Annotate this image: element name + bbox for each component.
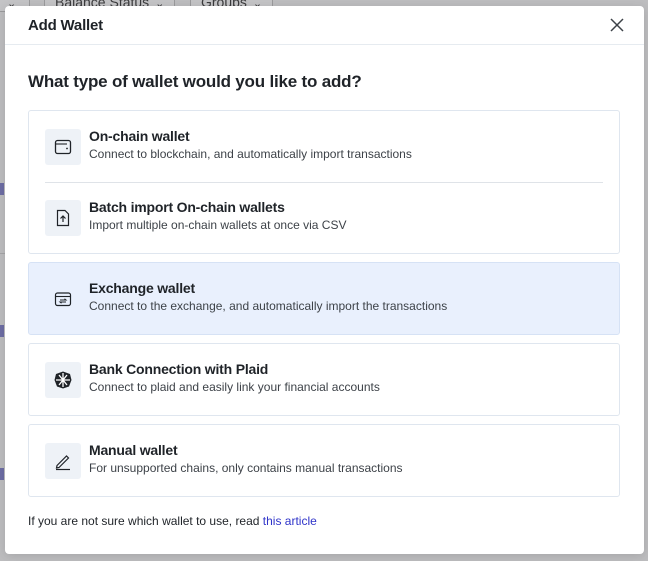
option-description: Connect to the exchange, and automatical… [89,299,448,313]
wallet-option-group-selected: Exchange wallet Connect to the exchange,… [28,262,620,335]
wallet-icon [54,139,72,154]
file-upload-icon [56,209,70,226]
wallet-option-group: Manual wallet For unsupported chains, on… [28,424,620,497]
option-icon-box [45,280,81,317]
option-icon-box [45,199,81,236]
option-exchange-wallet[interactable]: Exchange wallet Connect to the exchange,… [29,263,619,334]
background-link-fragment [0,468,4,480]
option-batch-import[interactable]: Batch import On-chain wallets Import mul… [29,182,619,253]
option-manual-wallet[interactable]: Manual wallet For unsupported chains, on… [29,425,619,496]
option-title: Exchange wallet [89,280,195,296]
option-title: Bank Connection with Plaid [89,361,269,377]
option-description: For unsupported chains, only contains ma… [89,461,403,475]
add-wallet-dialog: Add Wallet What type of wallet would you… [5,6,644,554]
help-text: If you are not sure which wallet to use,… [28,514,263,528]
wallet-option-group: On-chain wallet Connect to blockchain, a… [28,110,620,254]
close-button[interactable] [606,14,628,36]
background-link-fragment [0,183,4,195]
option-icon-box [45,442,81,479]
dialog-header: Add Wallet [5,6,644,45]
plaid-icon [54,371,72,388]
option-on-chain-wallet[interactable]: On-chain wallet Connect to blockchain, a… [29,111,619,182]
option-icon-box [45,128,81,165]
option-description: Connect to blockchain, and automatically… [89,147,412,161]
option-description: Connect to plaid and easily link your fi… [89,380,380,394]
option-bank-plaid[interactable]: Bank Connection with Plaid Connect to pl… [29,344,619,415]
option-title: Manual wallet [89,442,178,458]
help-article-link[interactable]: this article [263,514,317,528]
wallet-option-group: Bank Connection with Plaid Connect to pl… [28,343,620,416]
close-icon [610,18,624,32]
exchange-icon [54,291,72,306]
option-description: Import multiple on-chain wallets at once… [89,218,347,232]
option-title: On-chain wallet [89,128,190,144]
option-title: Batch import On-chain wallets [89,199,285,215]
background-link-fragment [0,325,4,337]
dialog-question: What type of wallet would you like to ad… [28,72,362,91]
dialog-title: Add Wallet [28,16,103,34]
help-footer: If you are not sure which wallet to use,… [28,514,317,528]
option-icon-box [45,361,81,398]
pencil-icon [55,454,70,470]
